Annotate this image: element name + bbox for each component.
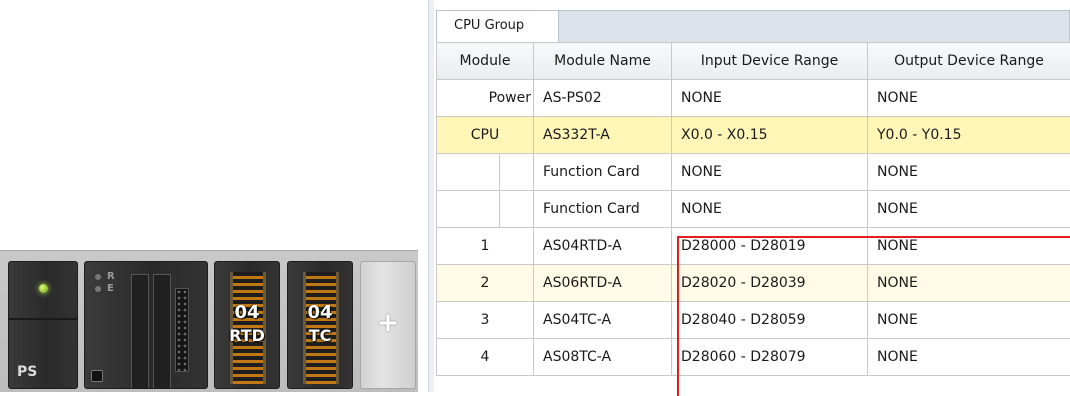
- cpu-module[interactable]: R E: [84, 261, 208, 389]
- usb-port-icon: [91, 370, 103, 382]
- power-supply-module[interactable]: PS: [8, 261, 78, 389]
- module-name-cell: AS04RTD-A: [534, 228, 672, 265]
- table-row[interactable]: Function Card NONE NONE: [437, 191, 1070, 228]
- input-range-cell: D28020 - D28039: [672, 265, 868, 302]
- module-cell: 4: [437, 339, 534, 376]
- column-header-input-range[interactable]: Input Device Range: [672, 43, 868, 80]
- table-row[interactable]: Power AS-PS02 NONE NONE: [437, 80, 1070, 117]
- io-connector: [175, 288, 189, 372]
- module-cell: [437, 191, 534, 228]
- table-row[interactable]: 2 AS06RTD-A D28020 - D28039 NONE: [437, 265, 1070, 302]
- power-led-icon: [39, 284, 48, 293]
- run-led-label: R: [107, 272, 115, 282]
- output-range-cell: NONE: [868, 228, 1070, 265]
- module-cell: 3: [437, 302, 534, 339]
- module-name-cell: AS-PS02: [534, 80, 672, 117]
- function-card-slot-1[interactable]: [131, 274, 149, 389]
- table-header-row: Module Module Name Input Device Range Ou…: [437, 43, 1070, 80]
- table-row[interactable]: 1 AS04RTD-A D28000 - D28019 NONE: [437, 228, 1070, 265]
- module-name-cell: AS06RTD-A: [534, 265, 672, 302]
- tab-cpu-group[interactable]: CPU Group: [437, 11, 559, 43]
- module-cell: Power: [437, 80, 534, 117]
- table-row[interactable]: CPU AS332T-A X0.0 - X0.15 Y0.0 - Y0.15: [437, 117, 1070, 154]
- function-card-slot-2[interactable]: [153, 274, 171, 389]
- output-range-cell: NONE: [868, 265, 1070, 302]
- output-range-cell: NONE: [868, 302, 1070, 339]
- input-range-cell: NONE: [672, 154, 868, 191]
- module-name-cell: AS332T-A: [534, 117, 672, 154]
- group-tab-bar: CPU Group: [436, 10, 1070, 42]
- panel-divider[interactable]: [428, 0, 434, 392]
- output-range-cell: NONE: [868, 154, 1070, 191]
- input-range-cell: D28060 - D28079: [672, 339, 868, 376]
- output-range-cell: NONE: [868, 339, 1070, 376]
- output-range-cell: NONE: [868, 80, 1070, 117]
- input-range-cell: D28000 - D28019: [672, 228, 868, 265]
- table-row[interactable]: Function Card NONE NONE: [437, 154, 1070, 191]
- module-name-cell: AS08TC-A: [534, 339, 672, 376]
- column-header-module[interactable]: Module: [437, 43, 534, 80]
- module-channel-count: 04: [288, 302, 352, 323]
- hardware-rack: PS R E 04 RTD 04 TC +: [0, 250, 418, 392]
- table-row[interactable]: 3 AS04TC-A D28040 - D28059 NONE: [437, 302, 1070, 339]
- module-channel-count: 04: [215, 302, 279, 323]
- table-row[interactable]: 4 AS08TC-A D28060 - D28079 NONE: [437, 339, 1070, 376]
- output-range-cell: Y0.0 - Y0.15: [868, 117, 1070, 154]
- column-header-output-range[interactable]: Output Device Range: [868, 43, 1070, 80]
- error-led-icon: [95, 286, 101, 292]
- plus-icon: +: [361, 308, 415, 338]
- module-cell: [437, 154, 534, 191]
- error-led-label: E: [107, 284, 114, 294]
- input-range-cell: NONE: [672, 191, 868, 228]
- input-range-cell: D28040 - D28059: [672, 302, 868, 339]
- rtd-module[interactable]: 04 RTD: [214, 261, 280, 389]
- module-cell: CPU: [437, 117, 534, 154]
- module-cell: 1: [437, 228, 534, 265]
- add-module-button[interactable]: +: [360, 261, 416, 389]
- run-led-icon: [95, 274, 101, 280]
- column-header-module-name[interactable]: Module Name: [534, 43, 672, 80]
- module-name-cell: Function Card: [534, 154, 672, 191]
- tc-module[interactable]: 04 TC: [287, 261, 353, 389]
- module-config-table: Module Module Name Input Device Range Ou…: [436, 42, 1070, 376]
- module-cell: 2: [437, 265, 534, 302]
- module-name-cell: Function Card: [534, 191, 672, 228]
- module-type-label: TC: [288, 326, 352, 345]
- module-type-label: RTD: [215, 326, 279, 345]
- output-range-cell: NONE: [868, 191, 1070, 228]
- ps-label: PS: [17, 364, 37, 380]
- module-name-cell: AS04TC-A: [534, 302, 672, 339]
- input-range-cell: X0.0 - X0.15: [672, 117, 868, 154]
- input-range-cell: NONE: [672, 80, 868, 117]
